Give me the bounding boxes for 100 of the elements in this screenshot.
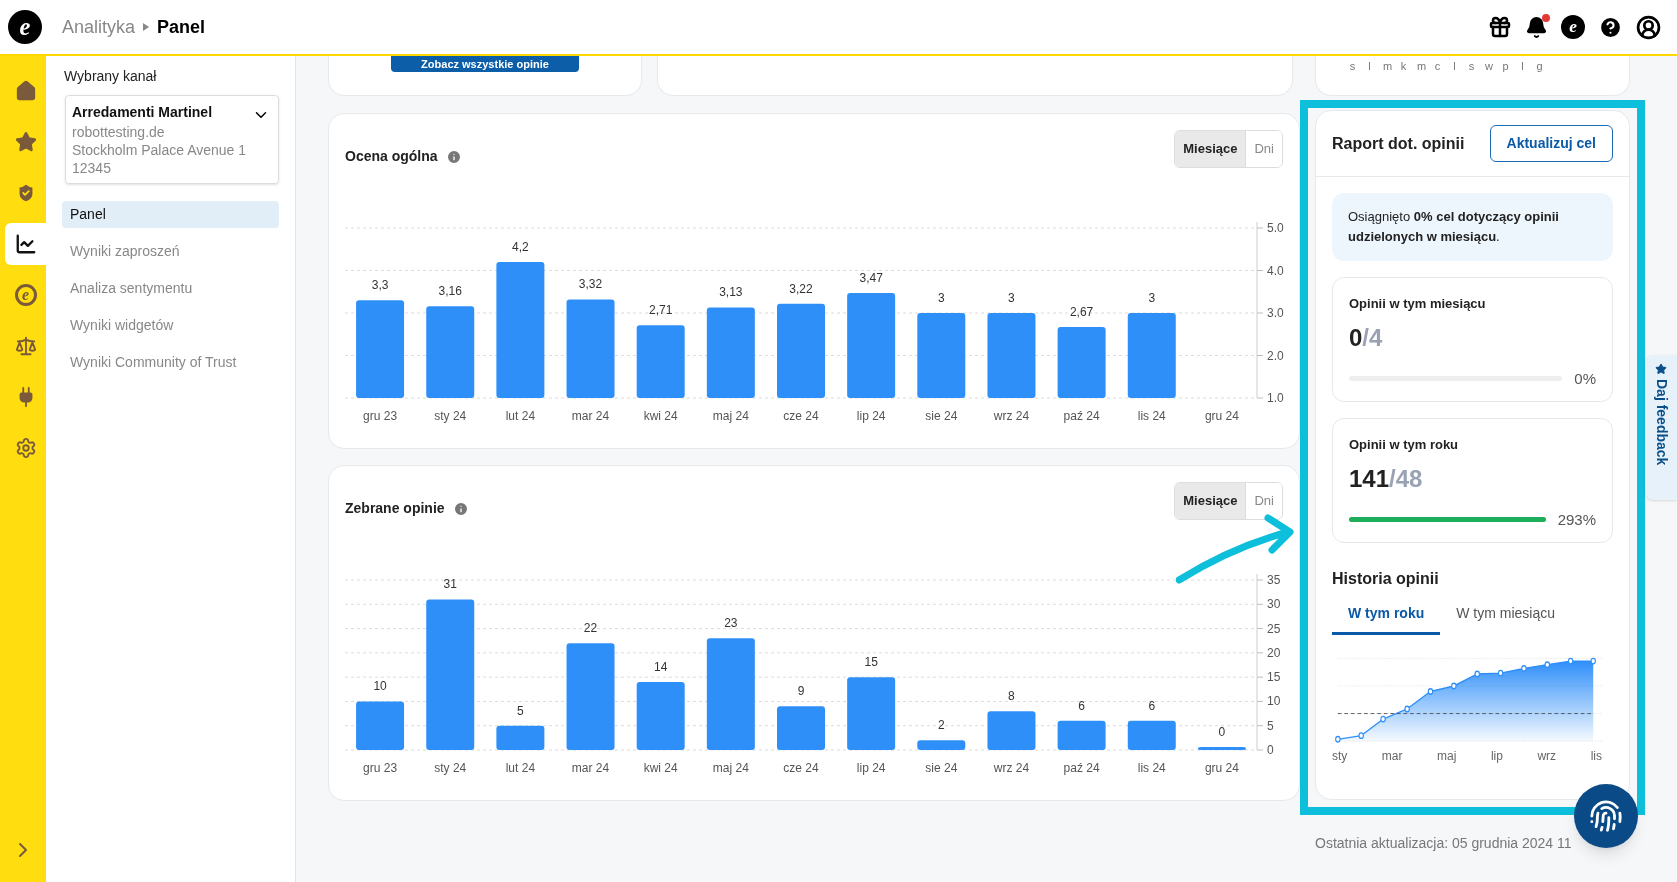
value-label: 3,47 xyxy=(859,271,883,285)
period-toggle[interactable]: Miesiące xyxy=(1175,483,1247,519)
month-label: lip 24 xyxy=(856,409,886,423)
nav-item[interactable]: Wyniki widgetów xyxy=(62,312,279,339)
tick-label: 30 xyxy=(1267,597,1281,612)
info-icon[interactable] xyxy=(452,500,469,517)
nav-item[interactable]: Wyniki Community of Trust xyxy=(62,349,279,376)
history-tab[interactable]: W tym roku xyxy=(1332,603,1441,635)
info-icon[interactable] xyxy=(445,148,462,165)
month-label: sie 24 xyxy=(925,761,958,775)
data-point xyxy=(1451,682,1457,690)
stat-target: /4 xyxy=(1362,325,1383,350)
rail-item[interactable] xyxy=(5,223,46,265)
month-label: paź 24 xyxy=(1063,409,1100,423)
day-letter: c xyxy=(1434,59,1441,74)
rail-item[interactable]: e xyxy=(5,274,46,316)
tick-label: 5.0 xyxy=(1267,221,1284,235)
channel-label: Wybrany kanał xyxy=(64,67,158,86)
stat-title: Opinii w tym roku xyxy=(1349,436,1460,454)
month-label: cze 24 xyxy=(783,409,819,423)
stat-value: 141 xyxy=(1349,466,1390,491)
tick-label: 10 xyxy=(1267,694,1281,709)
history-tab[interactable]: W tym miesiącu xyxy=(1440,603,1572,635)
tick-label: 1.0 xyxy=(1267,391,1284,405)
user-icon[interactable] xyxy=(1636,14,1661,40)
bar xyxy=(777,706,825,750)
month-label: sie 24 xyxy=(925,409,958,423)
feedback-label: Daj feedback xyxy=(1652,379,1671,466)
feedback-tab[interactable]: Daj feedback xyxy=(1645,355,1677,500)
tick-label: 0 xyxy=(1267,743,1274,757)
value-label: 3 xyxy=(1148,291,1156,305)
value-label: 4,2 xyxy=(512,240,529,254)
month-label: sty 24 xyxy=(434,409,467,423)
tick-label: 3.0 xyxy=(1267,306,1284,320)
month-label: wrz xyxy=(1537,748,1557,765)
all-reviews-button[interactable]: Zobacz wszystkie opinie xyxy=(391,56,579,72)
tick-label: 25 xyxy=(1267,621,1281,636)
month-label: gru 23 xyxy=(363,761,398,775)
channel-detail: Stockholm Palace Avenue 1 xyxy=(72,141,248,159)
stat-percent: 0% xyxy=(1574,368,1596,389)
day-letter: g xyxy=(1536,59,1543,74)
month-label: gru 23 xyxy=(363,409,398,423)
nav-item[interactable]: Panel xyxy=(62,201,279,228)
brand-icon[interactable]: e xyxy=(14,284,37,306)
nav-item[interactable]: Analiza sentymentu xyxy=(62,275,279,302)
data-point xyxy=(1380,715,1386,723)
brand-icon[interactable]: e xyxy=(1561,15,1585,39)
value-label: 3,32 xyxy=(578,277,603,292)
day-letter: m xyxy=(1383,59,1390,74)
tick-label: 20 xyxy=(1267,645,1281,660)
value-label: 9 xyxy=(797,684,805,699)
channel-dropdown[interactable]: Arredamenti Martinel robottesting.de Stockholm Palace Avenue 1 12345 xyxy=(65,95,279,184)
gift-icon[interactable] xyxy=(1488,15,1512,39)
value-label: 3,16 xyxy=(438,284,462,299)
value-label: 3,13 xyxy=(719,285,743,300)
stat-title: Opinii w tym miesiącu xyxy=(1349,295,1487,313)
month-label: kwi 24 xyxy=(643,761,678,775)
update-goal-button[interactable]: Aktualizuj cel xyxy=(1489,125,1613,162)
value-label: 6 xyxy=(1078,698,1085,713)
bar xyxy=(917,740,966,750)
tick-label: 15 xyxy=(1267,670,1281,685)
month-label: lip 24 xyxy=(856,761,886,775)
value-label: 22 xyxy=(583,621,598,636)
month-label: maj 24 xyxy=(712,409,749,423)
month-label: mar 24 xyxy=(571,761,610,775)
separator-icon xyxy=(143,23,150,31)
section-title: Historia opinii xyxy=(1332,569,1440,589)
star-icon xyxy=(1655,363,1667,375)
logo[interactable]: e xyxy=(8,10,42,44)
bar xyxy=(1057,327,1106,398)
value-label: 3 xyxy=(937,291,945,305)
period-toggle[interactable]: Miesiące xyxy=(1175,131,1247,167)
goal-notice: Osiągnięto 0% cel dotyczący opinii udzielonych w miesiącu. xyxy=(1332,193,1613,261)
month-label: mar xyxy=(1381,748,1403,765)
day-letter: p xyxy=(1502,59,1509,74)
bar xyxy=(1057,720,1106,750)
month-label: lis xyxy=(1590,748,1602,765)
day-letter: s xyxy=(1349,59,1356,74)
day-letter: l xyxy=(1367,59,1372,74)
month-label: mar 24 xyxy=(571,409,610,423)
day-letter: l xyxy=(1520,59,1525,74)
value-label: 3,3 xyxy=(371,278,389,293)
fingerprint-button[interactable] xyxy=(1574,784,1638,848)
day-letter: s xyxy=(1468,59,1475,74)
month-label: wrz 24 xyxy=(993,761,1030,775)
month-label: sty 24 xyxy=(434,761,467,775)
month-label: maj 24 xyxy=(712,761,749,775)
breadcrumb-link[interactable]: Analityka xyxy=(62,13,136,41)
month-label: lis 24 xyxy=(1137,409,1166,423)
value-label: 23 xyxy=(724,616,738,631)
month-label: wrz 24 xyxy=(993,409,1030,423)
channel-name: Arredamenti Martinel xyxy=(72,103,213,122)
last-update-text: Ostatnia aktualizacja: 05 grudnia 2024 11 xyxy=(1315,834,1573,853)
month-label: lip xyxy=(1490,748,1503,765)
month-label: kwi 24 xyxy=(643,409,678,423)
page-title: Panel xyxy=(157,15,206,39)
stat-target: /48 xyxy=(1389,466,1423,491)
value-label: 2,67 xyxy=(1069,305,1094,319)
nav-item[interactable]: Wyniki zaproszeń xyxy=(62,238,279,265)
notifications-icon[interactable] xyxy=(1525,15,1548,39)
